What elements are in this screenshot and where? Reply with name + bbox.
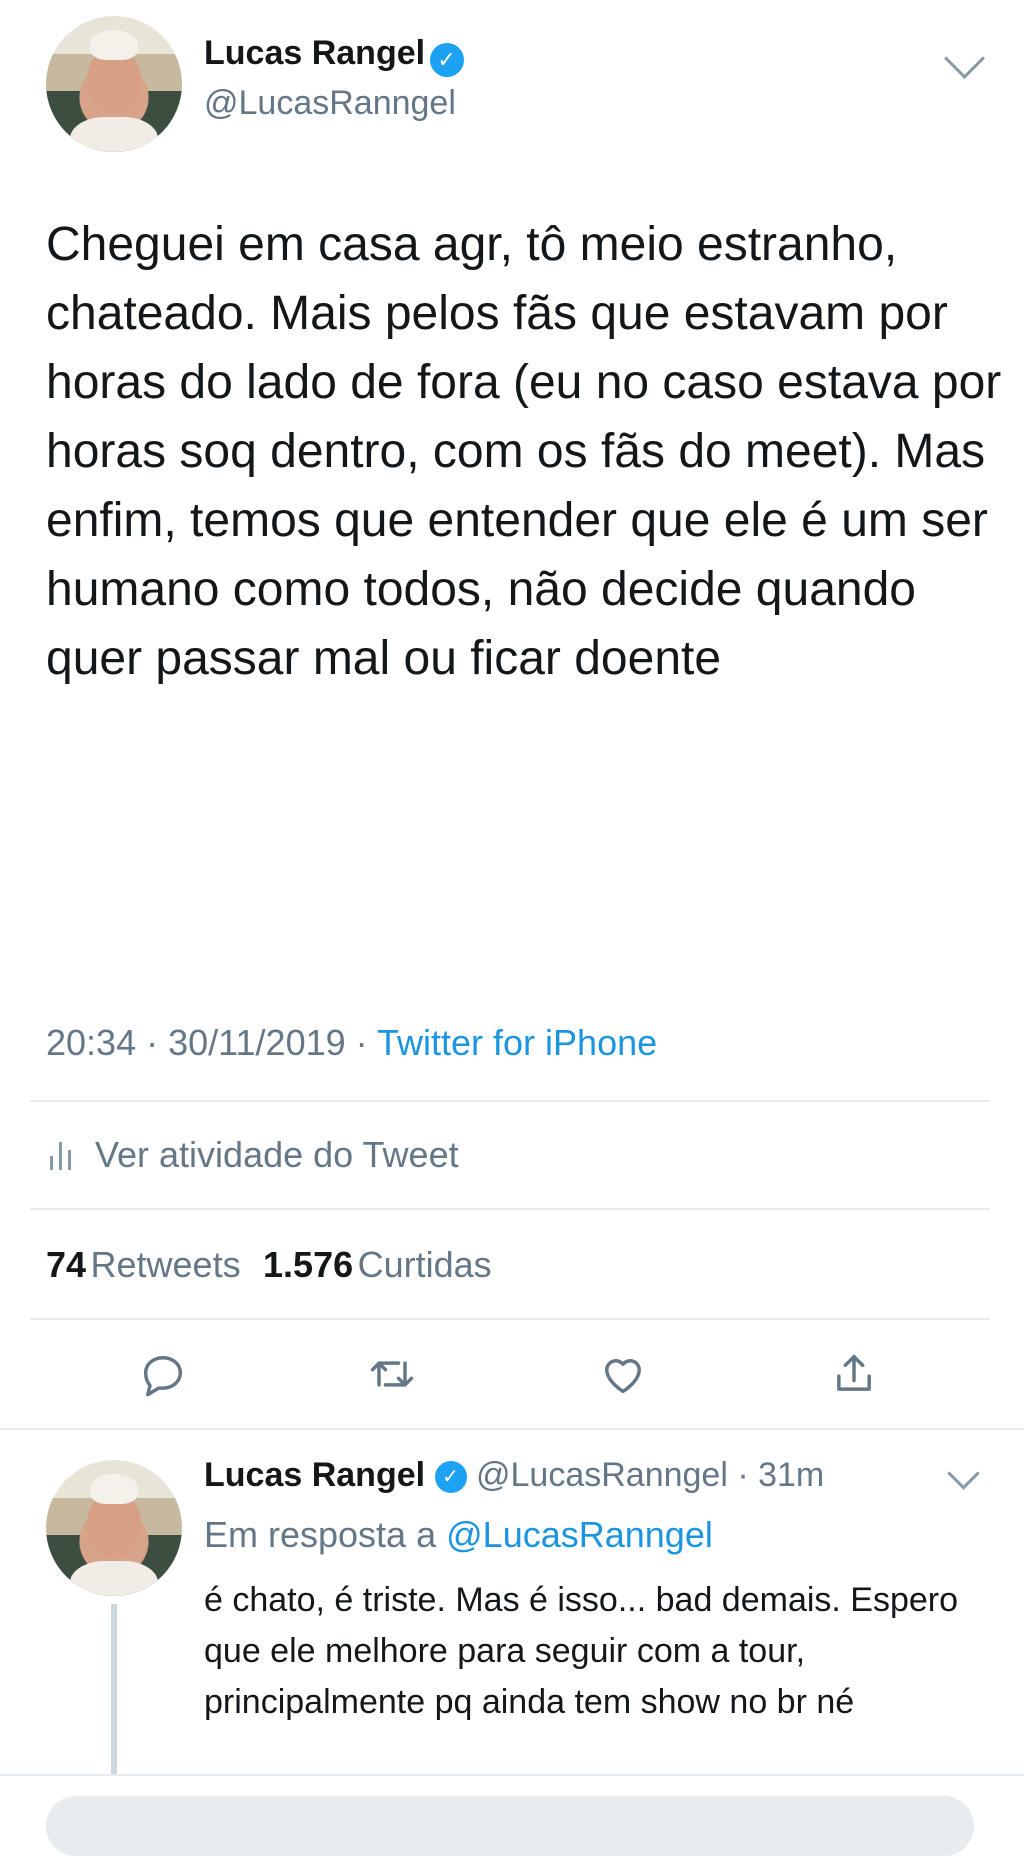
- tweet-activity-label: Ver atividade do Tweet: [95, 1134, 459, 1175]
- avatar-shirt: [70, 116, 158, 152]
- tweet-date: 30/11/2019: [168, 1022, 346, 1063]
- author-name-row: Lucas Rangel ✓: [204, 34, 464, 77]
- reply-author-handle[interactable]: @LucasRanngel: [476, 1456, 728, 1494]
- reply-author-avatar[interactable]: [46, 1460, 182, 1596]
- retweets-label: Retweets: [90, 1244, 241, 1285]
- reply-author-name[interactable]: Lucas Rangel: [204, 1456, 425, 1494]
- avatar-hair: [89, 1473, 139, 1504]
- divider: [30, 1318, 990, 1320]
- thread-line: [111, 1604, 117, 1774]
- divider: [0, 1428, 1024, 1430]
- verified-badge-icon: ✓: [434, 1461, 467, 1494]
- divider: [0, 1774, 1024, 1776]
- meta-separator-2: ·: [355, 1022, 368, 1063]
- tweet-time: 20:34: [46, 1022, 137, 1063]
- likes-stat[interactable]: 1.576 Curtidas: [263, 1244, 492, 1285]
- analytics-icon: [50, 1140, 71, 1170]
- tweet-text: Cheguei em casa agr, tô meio estranho, c…: [46, 218, 1002, 685]
- reply-header: Lucas Rangel ✓ @LucasRanngel · 31m: [204, 1456, 824, 1495]
- author-name[interactable]: Lucas Rangel: [204, 34, 425, 72]
- retweets-count: 74: [46, 1244, 87, 1285]
- likes-label: Curtidas: [357, 1244, 492, 1285]
- tweet-stats: 74 Retweets 1.576 Curtidas: [46, 1244, 492, 1286]
- avatar-shirt: [70, 1560, 158, 1596]
- share-button[interactable]: [828, 1348, 880, 1405]
- divider: [30, 1208, 990, 1210]
- chevron-down-icon[interactable]: [943, 37, 986, 80]
- likes-count: 1.576: [263, 1244, 354, 1285]
- tweet-meta: 20:34 · 30/11/2019 · Twitter for iPhone: [46, 1022, 657, 1064]
- divider: [30, 1100, 990, 1102]
- avatar-hair: [89, 29, 139, 60]
- chevron-down-icon[interactable]: [947, 1457, 980, 1490]
- retweet-icon: [370, 1361, 414, 1387]
- author-avatar[interactable]: [46, 16, 182, 152]
- reply-prefix: Em resposta a: [204, 1514, 437, 1555]
- reply-context: Em resposta a @LucasRanngel: [204, 1514, 713, 1556]
- reply-icon: [143, 1356, 183, 1397]
- like-button[interactable]: [597, 1348, 649, 1405]
- tweet-activity-button[interactable]: Ver atividade do Tweet: [50, 1134, 459, 1176]
- reply-to-link[interactable]: @LucasRanngel: [446, 1514, 713, 1555]
- meta-separator: ·: [146, 1022, 159, 1063]
- verified-badge-icon: ✓: [429, 42, 464, 77]
- retweets-stat[interactable]: 74 Retweets: [46, 1244, 245, 1285]
- reply-text: é chato, é triste. Mas é isso... bad dem…: [204, 1581, 959, 1721]
- author-handle[interactable]: @LucasRanngel: [204, 84, 456, 123]
- reply-button[interactable]: [137, 1348, 189, 1405]
- compose-reply-bar[interactable]: [46, 1796, 974, 1856]
- tweet-source-link[interactable]: Twitter for iPhone: [377, 1022, 657, 1063]
- reply-time-ago[interactable]: · 31m: [737, 1456, 824, 1494]
- like-icon: [605, 1359, 641, 1394]
- retweet-button[interactable]: [366, 1348, 418, 1405]
- share-icon: [837, 1354, 871, 1391]
